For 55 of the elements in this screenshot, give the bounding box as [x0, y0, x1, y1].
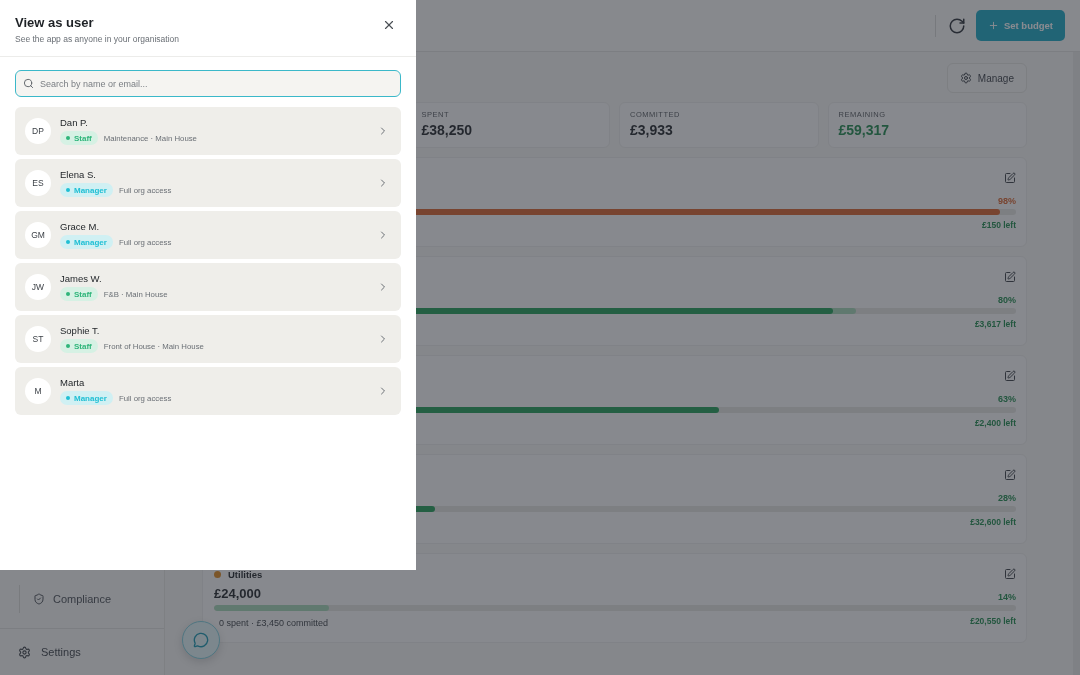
user-name: Dan P. [60, 117, 89, 128]
edit-icon[interactable] [1004, 469, 1016, 481]
budget-percent: 98% [998, 196, 1016, 206]
settings-icon [18, 645, 31, 659]
drawer-subtitle: See the app as anyone in your organisation [15, 34, 179, 44]
budget-name: Utilities [228, 568, 263, 580]
stat-value: £38,250 [421, 122, 474, 138]
edit-icon[interactable] [1004, 271, 1016, 283]
role-badge: Manager [60, 235, 113, 249]
role-badge: Staff [60, 131, 98, 145]
settings-icon [959, 72, 972, 84]
user-avatar: ES [25, 170, 51, 196]
chat-button[interactable] [182, 621, 220, 659]
role-badge: Staff [60, 339, 98, 353]
search-field[interactable]: Search by name or email... [15, 70, 401, 97]
category-dot [214, 570, 221, 578]
drawer-title: View as user [15, 15, 95, 30]
role-badge: Manager [60, 391, 113, 405]
role-badge: Staff [60, 287, 98, 301]
user-name: James W. [60, 273, 103, 284]
manage-button[interactable]: Manage [946, 63, 1027, 93]
settings-item[interactable]: Settings [0, 628, 164, 675]
user-avatar: ST [25, 326, 51, 352]
budget-percent: 28% [998, 493, 1016, 503]
shield-icon [33, 593, 45, 605]
chat-icon [193, 632, 209, 648]
budget-remaining: £2,400 left [974, 418, 1016, 428]
plus-icon [987, 20, 999, 31]
budget-amount: £24,000 [214, 586, 261, 601]
search-icon [23, 78, 34, 89]
user-avatar: JW [25, 274, 51, 300]
budget-remaining: £20,550 left [970, 616, 1016, 626]
edit-icon[interactable] [1004, 172, 1016, 184]
refresh-icon[interactable] [947, 16, 966, 35]
stat-value: £59,317 [838, 122, 891, 138]
close-icon [382, 18, 396, 32]
close-button[interactable] [382, 18, 396, 32]
edit-icon[interactable] [1004, 568, 1016, 580]
budget-percent: 14% [998, 592, 1016, 602]
budget-remaining: £150 left [981, 220, 1016, 230]
user-name: Marta [60, 377, 86, 388]
stat-value: £3,933 [630, 122, 674, 138]
user-avatar: DP [25, 118, 51, 144]
role-badge: Manager [60, 183, 113, 197]
user-name: Grace M. [60, 221, 101, 232]
budget-percent: 63% [998, 394, 1016, 404]
budget-remaining: £3,617 left [974, 319, 1016, 329]
user-name: Elena S. [60, 169, 97, 180]
user-avatar: GM [25, 222, 51, 248]
edit-icon[interactable] [1004, 370, 1016, 382]
user-avatar: M [25, 378, 51, 404]
budget-note: 0 spent · £3,450 committed [218, 618, 329, 628]
user-name: Sophie T. [60, 325, 101, 336]
budget-percent: 80% [998, 295, 1016, 305]
budget-remaining: £32,600 left [970, 517, 1016, 527]
